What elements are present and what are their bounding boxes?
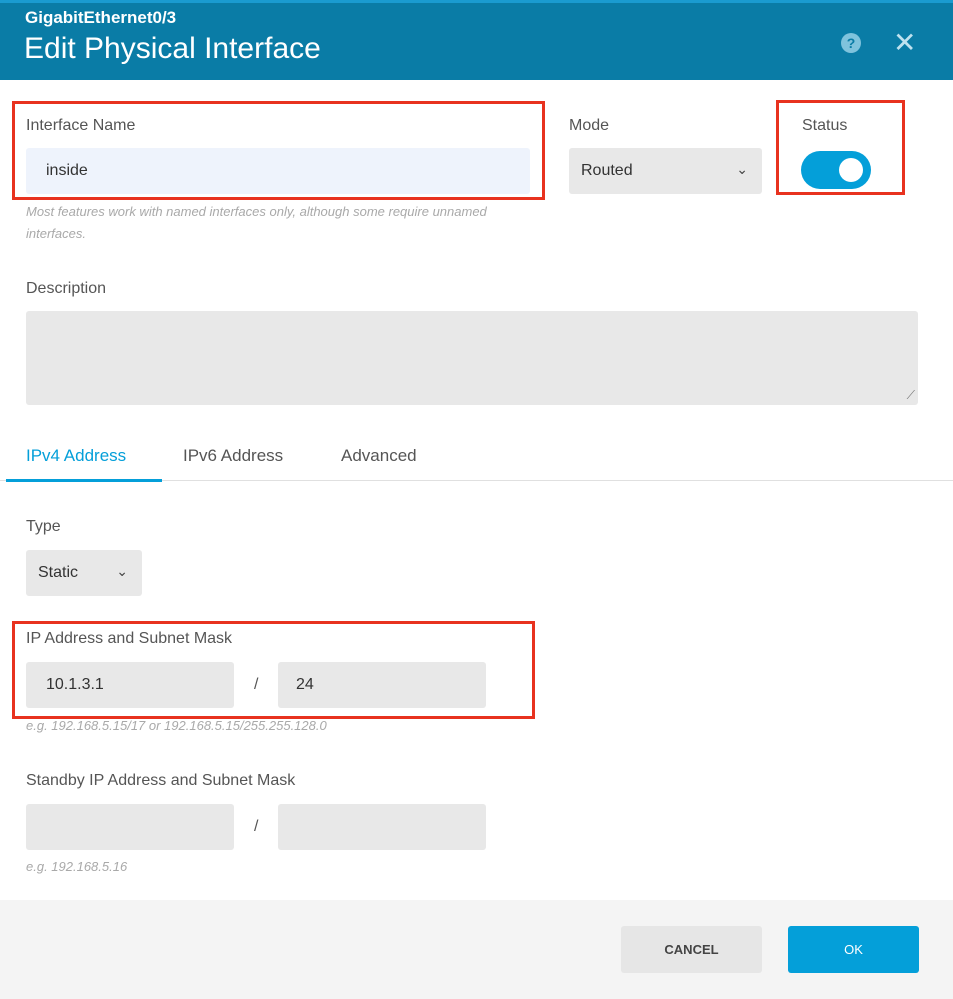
description-textarea[interactable]: ⟋ bbox=[26, 311, 918, 405]
help-icon[interactable]: ? bbox=[841, 33, 861, 53]
tab-ipv4-address[interactable]: IPv4 Address bbox=[26, 446, 126, 466]
resize-handle-icon[interactable]: ⟋ bbox=[907, 388, 915, 403]
mode-label: Mode bbox=[569, 117, 610, 134]
interface-name-value: inside bbox=[46, 162, 88, 179]
interface-name-input[interactable]: inside bbox=[26, 148, 530, 194]
standby-label: Standby IP Address and Subnet Mask bbox=[26, 772, 296, 789]
standby-mask-input[interactable] bbox=[278, 804, 486, 850]
status-label: Status bbox=[802, 117, 848, 134]
tab-ipv6-address[interactable]: IPv6 Address bbox=[183, 446, 283, 466]
description-label: Description bbox=[26, 280, 107, 297]
mode-value: Routed bbox=[581, 162, 633, 179]
standby-ip-input[interactable] bbox=[26, 804, 234, 850]
ip-label: IP Address and Subnet Mask bbox=[26, 630, 233, 647]
subnet-mask-value: 24 bbox=[296, 676, 314, 693]
active-tab-indicator bbox=[6, 479, 162, 482]
interface-id: GigabitEthernet0/3 bbox=[25, 8, 177, 27]
mode-select[interactable]: Routed ⌄ bbox=[569, 148, 762, 194]
interface-name-label: Interface Name bbox=[26, 117, 136, 134]
standby-hint: e.g. 192.168.5.16 bbox=[26, 859, 128, 874]
type-value: Static bbox=[38, 564, 79, 581]
standby-separator: / bbox=[254, 818, 259, 835]
ok-button[interactable]: OK bbox=[788, 926, 919, 973]
chevron-down-icon: ⌄ bbox=[116, 563, 128, 579]
dialog-title: Edit Physical Interface bbox=[24, 32, 321, 65]
type-select[interactable]: Static ⌄ bbox=[26, 550, 142, 596]
ip-separator: / bbox=[254, 676, 259, 693]
subnet-mask-input[interactable]: 24 bbox=[278, 662, 486, 708]
type-label: Type bbox=[26, 518, 61, 535]
interface-name-hint: Most features work with named interfaces… bbox=[26, 204, 487, 241]
ip-hint: e.g. 192.168.5.15/17 or 192.168.5.15/255… bbox=[26, 718, 327, 733]
close-icon[interactable]: ✕ bbox=[893, 26, 916, 59]
chevron-down-icon: ⌄ bbox=[736, 161, 748, 177]
ip-address-input[interactable]: 10.1.3.1 bbox=[26, 662, 234, 708]
toggle-knob bbox=[839, 158, 863, 182]
cancel-button[interactable]: CANCEL bbox=[621, 926, 762, 973]
status-toggle[interactable] bbox=[801, 151, 871, 189]
tab-advanced[interactable]: Advanced bbox=[341, 446, 417, 466]
ip-address-value: 10.1.3.1 bbox=[46, 676, 104, 693]
